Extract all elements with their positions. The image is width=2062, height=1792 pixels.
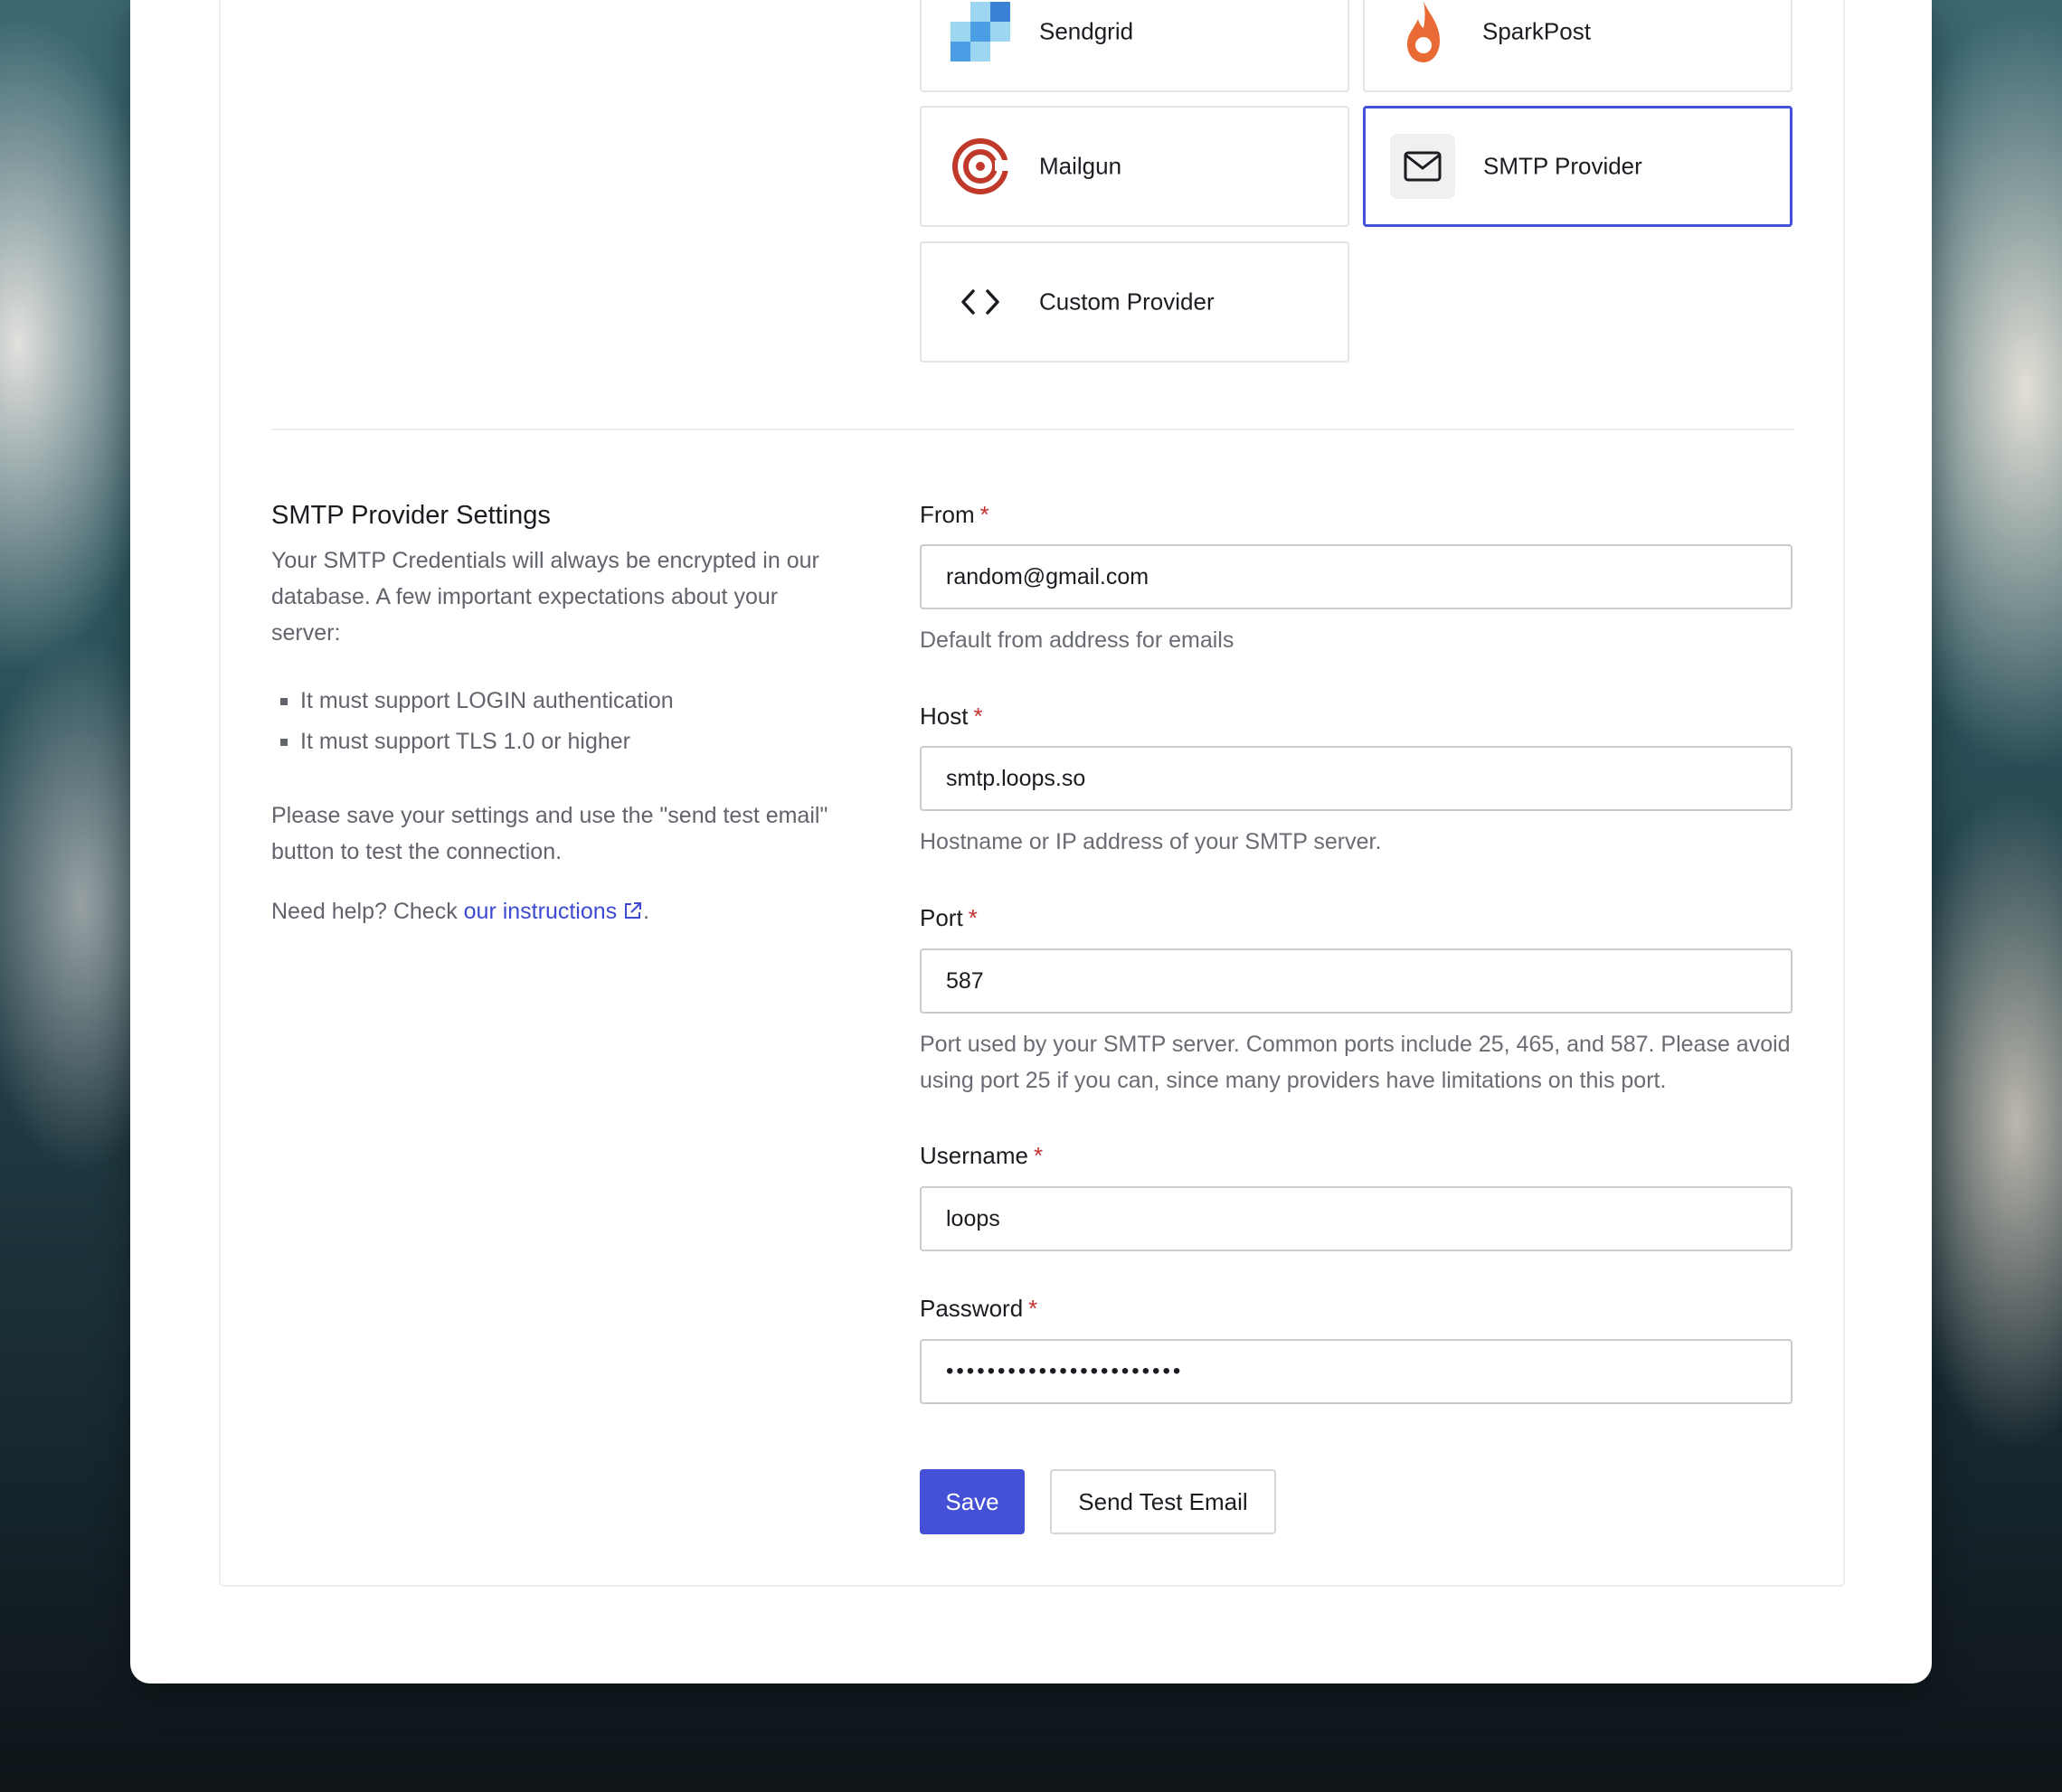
requirement-text: It must support TLS 1.0 or higher [300,729,631,754]
save-button[interactable]: Save [920,1469,1025,1534]
sendgrid-logo-icon [948,0,1013,64]
from-help: Default from address for emails [920,627,1234,653]
username-label: Username * [920,1142,1044,1169]
instructions-link-text: our instructions [463,899,618,924]
bullet-dot [280,738,288,746]
section-title: SMTP Provider Settings [271,501,551,530]
help-text: Need help? Check our instructions . [271,893,904,929]
password-label: Password * [920,1295,1038,1322]
required-asterisk: * [968,904,978,931]
provider-card-sendgrid[interactable]: Sendgrid [920,0,1349,92]
username-input[interactable] [920,1186,1792,1251]
requirement-item: It must support LOGIN authentication [280,688,674,714]
mailgun-at-icon [948,134,1013,199]
from-label: From * [920,501,989,528]
section-divider [271,429,1794,430]
requirement-text: It must support LOGIN authentication [300,688,674,713]
host-help: Hostname or IP address of your SMTP serv… [920,829,1382,854]
send-test-email-button[interactable]: Send Test Email [1050,1469,1276,1534]
provider-card-custom[interactable]: Custom Provider [920,241,1349,363]
code-brackets-icon [948,269,1013,335]
requirement-item: It must support TLS 1.0 or higher [280,729,630,755]
bullet-dot [280,697,288,705]
provider-name: SparkPost [1482,17,1591,45]
provider-card-sparkpost[interactable]: SparkPost [1363,0,1792,92]
provider-name: SMTP Provider [1483,152,1642,180]
port-help: Port used by your SMTP server. Common po… [920,1032,1791,1093]
save-note: Please save your settings and use the "s… [271,803,828,864]
provider-name: Custom Provider [1039,288,1215,316]
port-input[interactable] [920,948,1792,1014]
mail-envelope-icon [1390,134,1455,199]
provider-name: Sendgrid [1039,17,1134,45]
port-label: Port * [920,904,978,931]
host-input[interactable] [920,746,1792,811]
from-input[interactable] [920,544,1792,609]
help-prefix: Need help? Check [271,899,464,924]
external-link-icon [625,902,642,919]
required-asterisk: * [973,703,983,730]
required-asterisk: * [1033,1142,1044,1169]
provider-name: Mailgun [1039,152,1122,180]
instructions-link[interactable]: our instructions [464,899,643,924]
provider-card-mailgun[interactable]: Mailgun [920,106,1349,227]
host-label: Host * [920,703,983,730]
help-suffix: . [643,899,650,924]
required-asterisk: * [979,501,989,528]
password-input[interactable] [920,1339,1792,1404]
required-asterisk: * [1028,1295,1038,1322]
provider-card-smtp[interactable]: SMTP Provider [1363,106,1792,227]
sparkpost-flame-icon [1391,0,1456,64]
settings-intro: Your SMTP Credentials will always be enc… [271,548,819,646]
